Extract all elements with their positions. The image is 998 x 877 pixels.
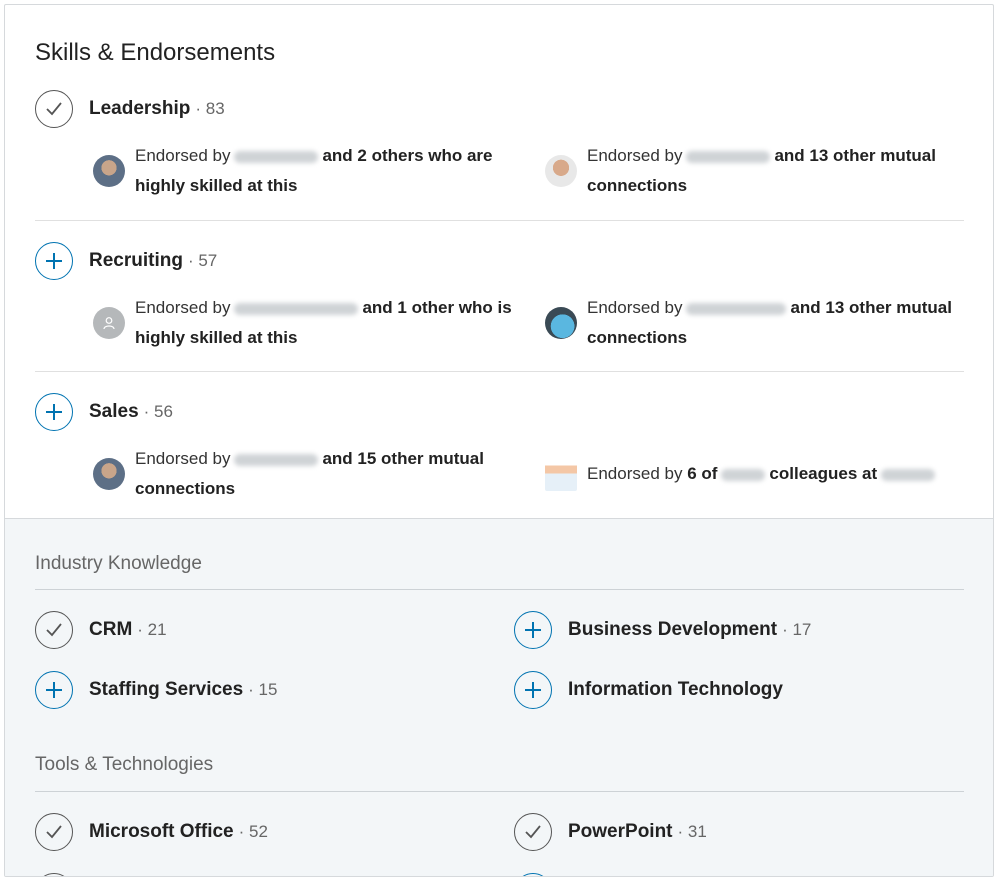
endorse-add-button[interactable] xyxy=(35,671,73,709)
endorsement-summary: Endorsed by and 15 other mutual connectio… xyxy=(93,444,513,504)
endorsement-summary: Endorsed by and 1 other who is highly ski… xyxy=(93,293,523,353)
avatar[interactable] xyxy=(545,307,577,339)
endorsed-by-label: Endorsed by xyxy=(135,449,231,468)
plus-icon xyxy=(46,682,62,698)
blurred-company[interactable] xyxy=(881,468,936,481)
endorse-check-button[interactable] xyxy=(35,813,73,851)
skill-powerpoint: PowerPoint · 31 xyxy=(514,813,707,851)
category-title: Industry Knowledge xyxy=(35,553,202,574)
endorse-add-button[interactable] xyxy=(514,671,552,709)
avatar[interactable] xyxy=(93,155,125,187)
endorsement-summary: Endorsed by and 13 other mutual connectio… xyxy=(545,141,965,201)
blurred-name[interactable] xyxy=(234,302,359,315)
check-icon xyxy=(46,623,62,637)
endorsement-detail: and 2 others who are xyxy=(322,146,493,165)
endorsed-by-label: Endorsed by xyxy=(135,298,231,317)
company-logo[interactable] xyxy=(545,459,577,491)
skills-card: Skills & Endorsements Leadership · 83 En… xyxy=(4,4,994,877)
endorsement-detail: colleagues at xyxy=(769,464,878,483)
skill-name[interactable]: Staffing Services xyxy=(89,679,243,701)
endorsement-detail-line2: highly skilled at this xyxy=(135,176,298,195)
skill-count: · 21 xyxy=(137,620,167,639)
endorse-check-button[interactable] xyxy=(35,611,73,649)
endorsement-detail-line2: highly skilled at this xyxy=(135,328,298,347)
skill-staffing-services: Staffing Services · 15 xyxy=(35,671,277,709)
additional-skills-panel: Industry Knowledge CRM · 21 Business Dev… xyxy=(5,518,993,876)
skill-name[interactable]: Leadership xyxy=(89,98,190,120)
endorse-add-button[interactable] xyxy=(35,393,73,431)
skill-name[interactable]: PowerPoint xyxy=(568,821,673,843)
skill-count: · 31 xyxy=(677,822,707,841)
endorsed-by-label: Endorsed by xyxy=(587,146,683,165)
endorsement-detail-line2: connections xyxy=(135,479,236,498)
skill-count: · 15 xyxy=(248,680,278,699)
endorse-add-button[interactable] xyxy=(514,873,552,876)
blurred-name[interactable] xyxy=(721,468,766,481)
divider xyxy=(35,220,964,221)
check-icon xyxy=(46,825,62,839)
endorsement-summary: Endorsed by and 2 others who are highly s… xyxy=(93,141,513,201)
skill-recruiting: Recruiting · 57 xyxy=(35,242,217,280)
skill-sales: Sales · 56 xyxy=(35,393,173,431)
skill-name[interactable]: Business Development xyxy=(568,619,777,641)
category-divider xyxy=(35,791,964,792)
skill-name[interactable]: Information Technology xyxy=(568,679,783,701)
plus-icon xyxy=(46,253,62,269)
endorsement-detail-line2: connections xyxy=(587,176,688,195)
skill-information-technology: Information Technology xyxy=(514,671,788,709)
endorsement-summary: Endorsed by and 13 other mutual connectio… xyxy=(545,293,975,353)
blurred-name[interactable] xyxy=(686,150,771,163)
endorsement-summary: Endorsed by 6 of colleagues at xyxy=(545,459,975,491)
blurred-name[interactable] xyxy=(234,453,319,466)
endorsement-detail-line2: connections xyxy=(587,328,688,347)
endorsement-detail: and 13 other mutual xyxy=(790,298,952,317)
skill-name[interactable]: CRM xyxy=(89,619,132,641)
blurred-name[interactable] xyxy=(234,150,319,163)
skill-count: · 56 xyxy=(143,402,173,421)
skill-count: · 52 xyxy=(238,822,268,841)
endorsed-by-label: Endorsed by xyxy=(135,146,231,165)
skill-name[interactable]: Recruiting xyxy=(89,250,183,272)
endorsement-detail: and 15 other mutual xyxy=(322,449,484,468)
endorse-add-button[interactable] xyxy=(35,242,73,280)
blurred-name[interactable] xyxy=(686,302,787,315)
endorse-check-button[interactable] xyxy=(35,90,73,128)
skill-count: · 17 xyxy=(782,620,812,639)
check-icon xyxy=(46,102,62,116)
skill-microsoft-office: Microsoft Office · 52 xyxy=(35,813,268,851)
skill-business-development: Business Development · 17 xyxy=(514,611,811,649)
check-icon xyxy=(525,825,541,839)
endorse-check-button[interactable] xyxy=(35,873,73,876)
skill-name[interactable]: Microsoft Office xyxy=(89,821,234,843)
skill-leadership: Leadership · 83 xyxy=(35,90,225,128)
avatar[interactable] xyxy=(93,307,125,339)
skill-count: · 57 xyxy=(187,251,218,270)
plus-icon xyxy=(525,682,541,698)
avatar[interactable] xyxy=(93,458,125,490)
category-divider xyxy=(35,589,964,590)
plus-icon xyxy=(525,622,541,638)
skill-crm: CRM · 21 xyxy=(35,611,167,649)
avatar[interactable] xyxy=(545,155,577,187)
plus-icon xyxy=(46,404,62,420)
divider xyxy=(35,371,964,372)
person-icon xyxy=(103,317,115,330)
endorse-check-button[interactable] xyxy=(514,813,552,851)
endorsement-count: 6 of xyxy=(687,464,718,483)
endorsed-by-label: Endorsed by xyxy=(587,464,683,483)
endorsement-detail: and 13 other mutual xyxy=(774,146,936,165)
endorse-add-button[interactable] xyxy=(514,611,552,649)
endorsement-detail: and 1 other who is xyxy=(362,298,512,317)
skill-name[interactable]: Sales xyxy=(89,401,139,423)
endorsed-by-label: Endorsed by xyxy=(587,298,683,317)
category-title: Tools & Technologies xyxy=(35,754,214,775)
skill-count: · 83 xyxy=(195,99,225,118)
section-title: Skills & Endorsements xyxy=(35,39,276,66)
